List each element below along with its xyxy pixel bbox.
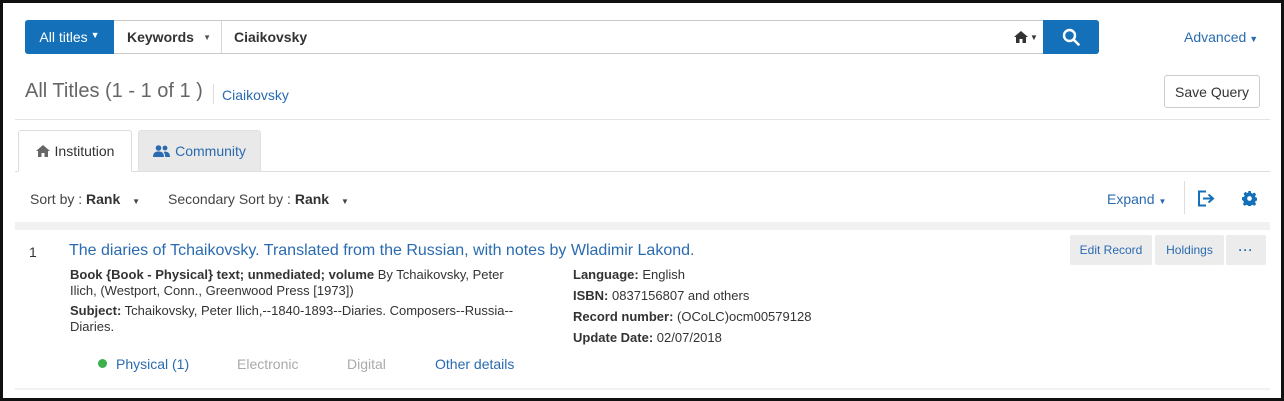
home-icon — [1014, 31, 1029, 43]
record-type-line2: Ilich, (Westport, Conn., Greenwood Press… — [70, 283, 354, 298]
advanced-label: Advanced — [1184, 29, 1247, 45]
more-icon: ··· — [1238, 243, 1254, 257]
tab-institution-label: Institution — [54, 143, 115, 159]
record-number-row: Record number: (OCoLC)ocm00579128 — [573, 309, 811, 325]
language-label: Language: — [573, 267, 639, 282]
record-type-line1: Book {Book - Physical} text; unmediated;… — [70, 267, 504, 283]
language-row: Language: English — [573, 267, 685, 283]
divider — [15, 119, 1270, 120]
caret-down-icon: ▼ — [1030, 32, 1038, 42]
result-number: 1 — [29, 244, 37, 260]
secondary-sort-label: Secondary Sort by : — [168, 191, 291, 207]
more-actions-button[interactable]: ··· — [1226, 235, 1266, 265]
search-scope-label: All titles — [39, 29, 88, 45]
secondary-sort-value: Rank — [294, 191, 330, 207]
export-button[interactable] — [1197, 190, 1215, 210]
caret-down-icon: ▼ — [1158, 197, 1167, 206]
search-input[interactable] — [222, 21, 1009, 53]
search-bar: All titles ▼ Keywords ▼ ▼ — [25, 20, 1099, 54]
record-subject-line2: Diaries. — [70, 319, 115, 334]
isbn-value: 0837156807 and others — [608, 288, 750, 303]
tab-other-details[interactable]: Other details — [435, 356, 514, 372]
tab-physical[interactable]: Physical (1) — [98, 356, 189, 372]
home-scope-dropdown[interactable]: ▼ — [1009, 21, 1043, 53]
edit-record-button[interactable]: Edit Record — [1070, 235, 1152, 265]
record-type-bold: Book {Book - Physical} text; unmediated;… — [70, 267, 375, 282]
caret-down-icon: ▼ — [90, 30, 100, 40]
record-author: By Tchaikovsky, Peter — [374, 267, 504, 282]
update-date-label: Update Date: — [573, 330, 654, 345]
toolbar-divider — [1184, 181, 1185, 214]
record-number-value: (OCoLC)ocm00579128 — [673, 309, 812, 324]
query-link[interactable]: Ciaikovsky — [222, 87, 289, 103]
search-icon — [1062, 28, 1080, 46]
home-icon — [35, 145, 50, 157]
advanced-search-link[interactable]: Advanced ▼ — [1184, 29, 1258, 45]
subject-label: Subject: — [70, 303, 122, 318]
subject-value: Tchaikovsky, Peter Ilich,--1840-1893--Di… — [121, 303, 514, 318]
sort-by-label: Sort by : — [30, 191, 83, 207]
tab-electronic[interactable]: Electronic — [237, 356, 298, 372]
save-query-button[interactable]: Save Query — [1164, 75, 1260, 108]
expand-dropdown[interactable]: Expand ▼ — [1107, 191, 1166, 207]
sort-by-dropdown[interactable]: Sort by : Rank ▼ — [30, 191, 140, 207]
caret-down-icon: ▼ — [1249, 34, 1259, 44]
tab-community[interactable]: Community — [138, 130, 261, 172]
gear-icon — [1242, 191, 1258, 208]
record-number-label: Record number: — [573, 309, 674, 324]
tab-physical-label: Physical (1) — [116, 356, 190, 372]
update-date-row: Update Date: 02/07/2018 — [573, 330, 722, 346]
available-status-icon — [98, 359, 107, 368]
language-value: English — [638, 267, 685, 282]
secondary-sort-dropdown[interactable]: Secondary Sort by : Rank ▼ — [168, 191, 349, 207]
tab-institution[interactable]: Institution — [18, 130, 132, 172]
tab-digital[interactable]: Digital — [347, 356, 386, 372]
title-divider — [213, 84, 214, 104]
caret-down-icon: ▼ — [132, 197, 141, 206]
holdings-button[interactable]: Holdings — [1155, 235, 1224, 265]
search-field-label: Keywords — [127, 29, 194, 45]
search-field-dropdown[interactable]: Keywords ▼ — [114, 21, 222, 53]
sort-by-value: Rank — [86, 191, 121, 207]
expand-label: Expand — [1107, 191, 1155, 207]
export-icon — [1198, 190, 1215, 207]
search-button[interactable] — [1043, 20, 1099, 54]
results-title: All Titles (1 - 1 of 1 ) — [25, 80, 203, 102]
caret-down-icon: ▼ — [203, 32, 211, 42]
users-icon — [153, 145, 171, 157]
settings-button[interactable] — [1242, 191, 1258, 209]
tab-community-label: Community — [175, 143, 246, 159]
result-title-link[interactable]: The diaries of Tchaikovsky. Translated f… — [69, 242, 694, 260]
record-subject-line1: Subject: Tchaikovsky, Peter Ilich,--1840… — [70, 303, 513, 319]
search-scope-dropdown[interactable]: All titles ▼ — [25, 20, 114, 54]
caret-down-icon: ▼ — [340, 197, 349, 206]
isbn-label: ISBN: — [573, 288, 609, 303]
isbn-row: ISBN: 0837156807 and others — [573, 288, 749, 304]
update-date-value: 02/07/2018 — [653, 330, 722, 345]
